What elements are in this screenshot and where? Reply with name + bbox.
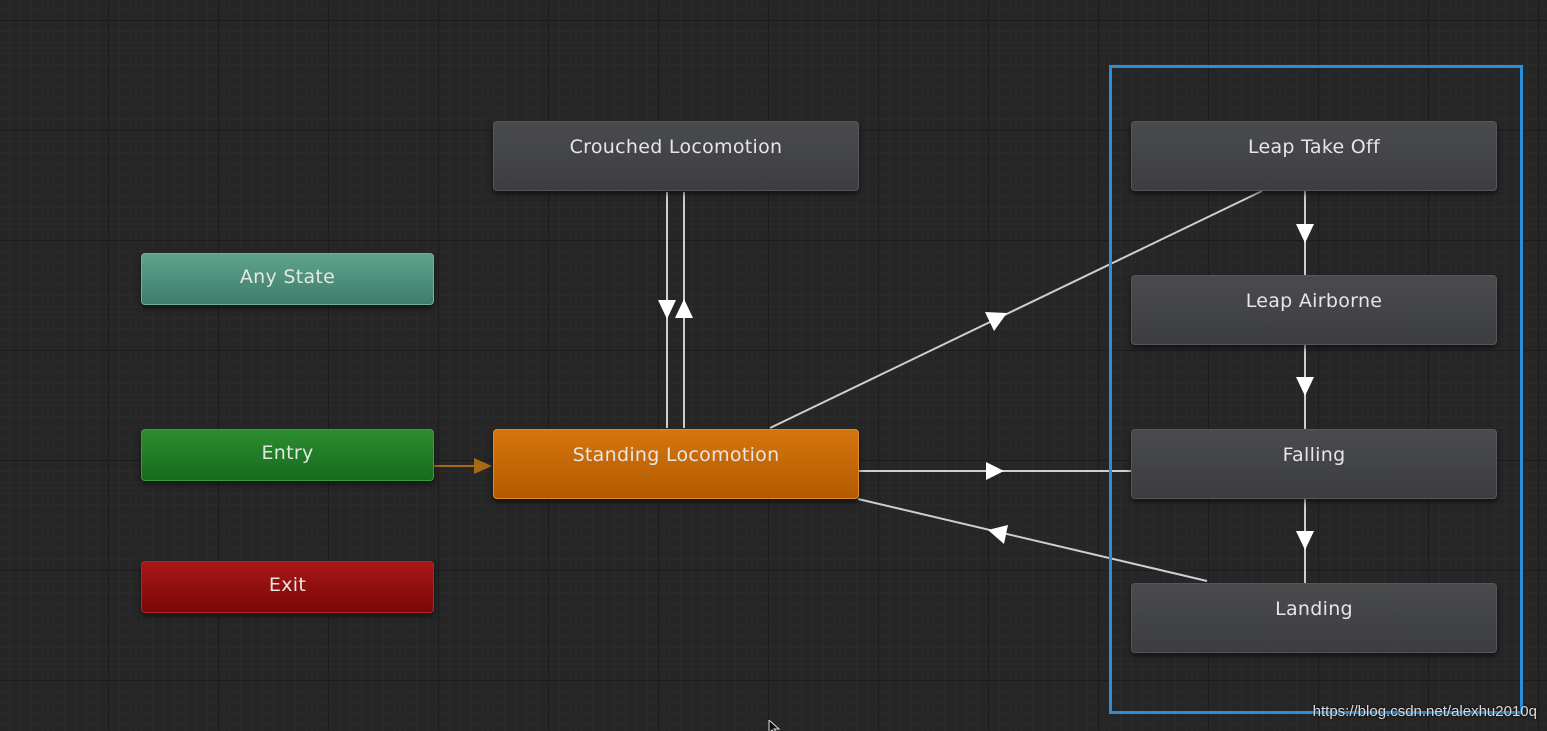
animator-graph-canvas[interactable]: Crouched Locomotion Any State Entry Exit… [0, 0, 1547, 731]
state-any-state[interactable]: Any State [141, 253, 434, 305]
state-crouched-locomotion[interactable]: Crouched Locomotion [493, 121, 859, 191]
state-entry[interactable]: Entry [141, 429, 434, 481]
state-standing-locomotion[interactable]: Standing Locomotion [493, 429, 859, 499]
transition-landing-standing-arrow [988, 525, 1008, 544]
transition-standing-falling-arrow [986, 462, 1004, 480]
selection-rectangle [1109, 65, 1523, 714]
transition-up-arrow [675, 299, 693, 318]
transition-down-arrow [658, 300, 676, 319]
state-exit[interactable]: Exit [141, 561, 434, 613]
mouse-pointer-icon [768, 720, 781, 731]
watermark-url: https://blog.csdn.net/alexhu2010q [1312, 703, 1537, 720]
entry-transition-arrow [474, 458, 492, 474]
transition-standing-leap-arrow [985, 312, 1007, 331]
